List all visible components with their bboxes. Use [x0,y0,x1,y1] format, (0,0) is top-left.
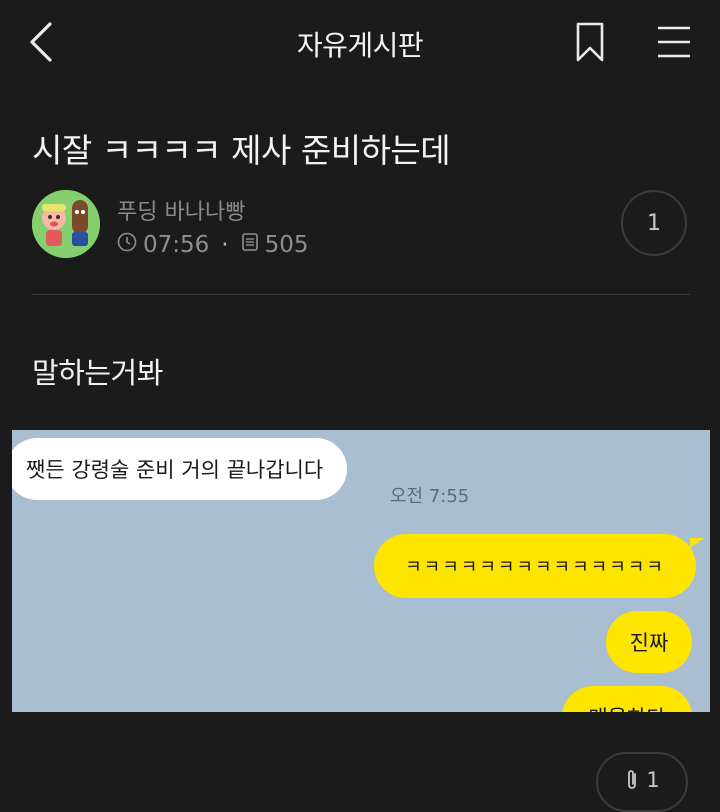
attachment-count: 1 [646,768,660,792]
meta-separator: · [221,232,229,258]
chat-bubble-sent: 진짜 [606,611,692,673]
bookmark-button[interactable] [572,20,608,64]
divider [32,294,690,295]
top-bar: 자유게시판 [0,0,720,86]
post-meta: 07:56 · 505 [117,232,309,258]
chat-message-text: 매울하다 [588,702,665,712]
hamburger-menu-icon [658,26,690,58]
views-icon [241,232,259,258]
post-title: 시잘 ㅋㅋㅋㅋ 제사 준비하는데 [32,131,451,170]
paperclip-icon [624,768,640,797]
chat-message-text: 진짜 [629,631,669,655]
attachment-button[interactable]: 1 [596,752,688,812]
menu-button[interactable] [652,22,696,62]
bubble-tail [690,538,704,548]
chat-screenshot-image[interactable]: 쨋든 강령술 준비 거의 끝나갑니다 오전 7:55 ㅋㅋㅋㅋㅋㅋㅋㅋㅋㅋㅋㅋㅋ… [12,430,710,712]
comment-count-button[interactable]: 1 [621,190,687,256]
chat-timestamp: 오전 7:55 [390,486,470,507]
comment-count: 1 [647,210,661,236]
author-avatar[interactable] [32,190,100,258]
chat-message-text: 쨋든 강령술 준비 거의 끝나갑니다 [26,458,324,482]
chat-bubble-sent: 매울하다 [562,686,692,712]
author-name[interactable]: 푸딩 바나나빵 [117,194,245,226]
chat-bubble-sent: ㅋㅋㅋㅋㅋㅋㅋㅋㅋㅋㅋㅋㅋㅋ [374,534,704,598]
view-count: 505 [264,232,309,258]
clock-icon [117,232,137,258]
board-title: 자유게시판 [296,29,424,62]
bookmark-icon [576,22,604,62]
chat-message-text: ㅋㅋㅋㅋㅋㅋㅋㅋㅋㅋㅋㅋㅋㅋ [405,557,665,578]
post-body-text: 말하는거봐 [32,356,163,390]
avatar-illustration [32,190,100,258]
post-time: 07:56 [143,232,210,258]
chat-bubble-received: 쨋든 강령술 준비 거의 끝나갑니다 [12,438,348,500]
